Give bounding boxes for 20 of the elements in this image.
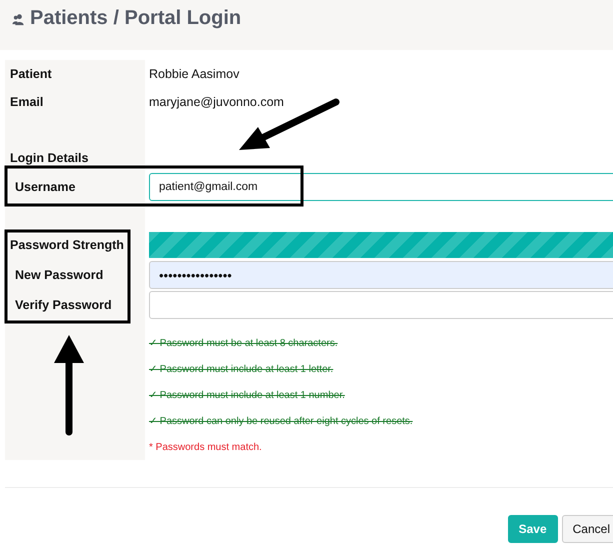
field-label: Username: [14, 180, 76, 194]
validation-message: ✓ Password can only be reused after eight cycles of resets.: [149, 415, 413, 427]
input-field[interactable]: patient@gmail.com: [149, 173, 613, 201]
cancel-button[interactable]: Cancel: [562, 515, 613, 543]
field-label: Email: [10, 95, 44, 109]
input-field[interactable]: ••••••••••••••••: [149, 261, 613, 289]
field-label: New Password: [14, 268, 104, 282]
users-icon: [12, 13, 25, 26]
validation-message: ✓ Password must be at least 8 characters.: [149, 337, 338, 349]
validation-message: ✓ Password must include at least 1 letter.: [149, 363, 334, 375]
field-value: Robbie Aasimov: [149, 67, 240, 81]
input-field[interactable]: [149, 291, 613, 319]
field-value: maryjane@juvonno.com: [149, 95, 284, 109]
page-title: Patients / Portal Login: [30, 6, 242, 30]
field-label: Patient: [10, 67, 52, 81]
field-label: Password Strength: [10, 238, 124, 252]
validation-message: ✓ Password must include at least 1 number.: [149, 389, 345, 401]
validation-message: * Passwords must match.: [149, 442, 262, 452]
field-label: Login Details: [10, 151, 88, 165]
field-label: Verify Password: [14, 298, 112, 312]
